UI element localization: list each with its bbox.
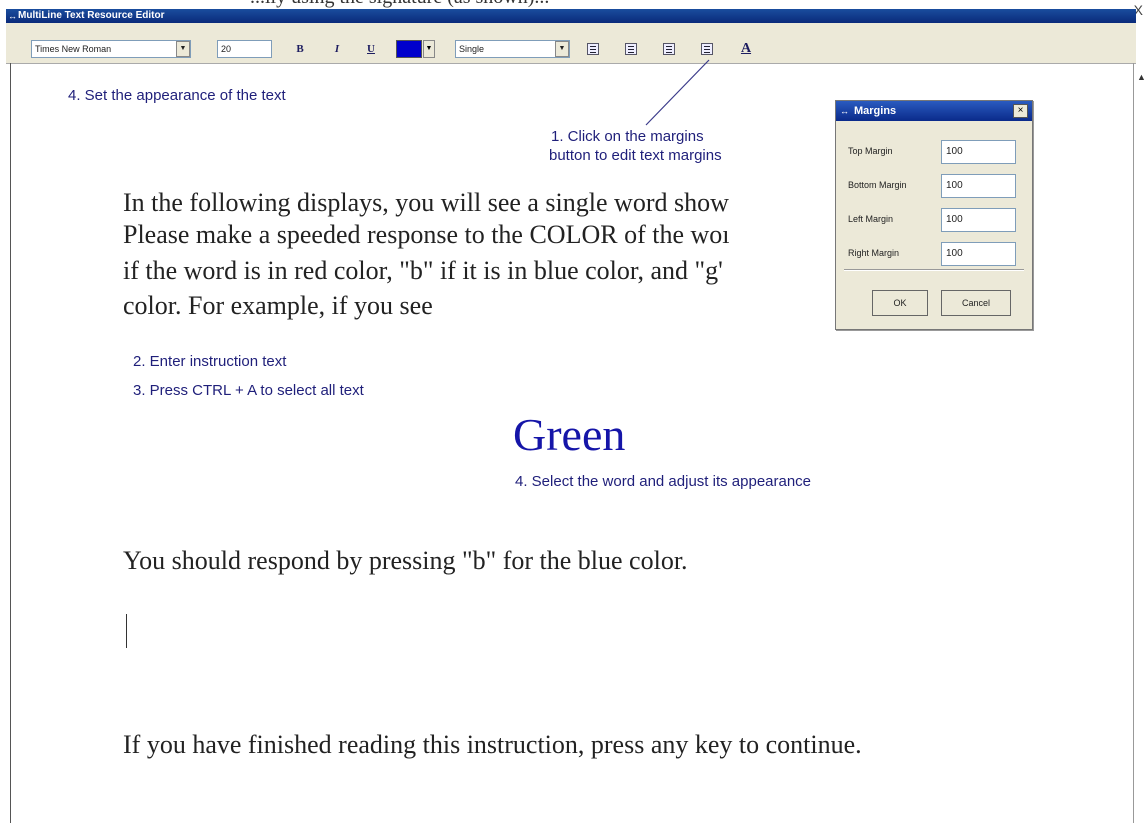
annotation-set-appearance: 4. Set the appearance of the text [68, 87, 286, 104]
margins-dialog: ↔ Margins × Top Margin 100 Bottom Margin… [835, 100, 1033, 330]
left-margin-input[interactable]: 100 [941, 208, 1016, 232]
bottom-margin-input[interactable]: 100 [941, 174, 1016, 198]
doc-finish-line: If you have finished reading this instru… [123, 730, 862, 759]
doc-line-2: Please make a speeded response to the CO… [123, 220, 730, 249]
top-margin-label: Top Margin [848, 146, 893, 156]
annotation-select-word: 4. Select the word and adjust its appear… [515, 473, 812, 490]
top-margin-input[interactable]: 100 [941, 140, 1016, 164]
margins-close-button[interactable]: × [1013, 104, 1028, 118]
example-word: Green [513, 409, 626, 460]
right-margin-label: Right Margin [848, 248, 900, 258]
doc-line-1: In the following displays, you will see … [123, 188, 729, 217]
right-margin-input[interactable]: 100 [941, 242, 1016, 266]
bottom-margin-label: Bottom Margin [848, 180, 907, 190]
margins-dialog-icon: ↔ [840, 106, 849, 116]
doc-respond-line: You should respond by pressing "b" for t… [123, 546, 688, 575]
annotation-enter-text: 2. Enter instruction text [133, 353, 287, 370]
doc-line-4: color. For example, if you see [123, 291, 433, 320]
annotation-margins-line1: 1. Click on the margins [551, 128, 704, 145]
annotation-margins-line2: button to edit text margins [549, 147, 722, 164]
margins-dialog-separator [844, 269, 1024, 271]
annotation-select-all: 3. Press CTRL + A to select all text [133, 382, 364, 399]
ok-button[interactable]: OK [872, 290, 928, 316]
cancel-button[interactable]: Cancel [941, 290, 1011, 316]
doc-line-3: if the word is in red color, "b" if it i… [123, 256, 723, 285]
left-margin-label: Left Margin [848, 214, 894, 224]
margins-dialog-title: Margins [854, 105, 897, 117]
text-cursor [126, 614, 127, 648]
